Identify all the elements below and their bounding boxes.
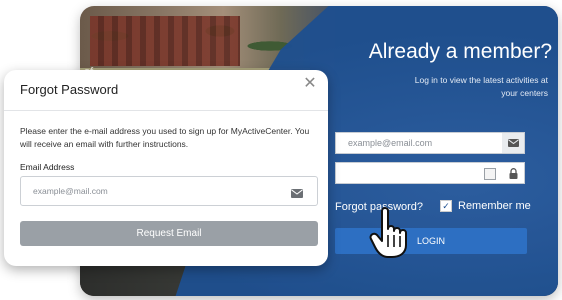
envelope-icon (291, 185, 303, 203)
remember-me[interactable]: ✓ Remember me (440, 200, 531, 212)
forgot-password-modal: Forgot Password ✕ Please enter the e-mai… (4, 70, 328, 266)
login-button[interactable]: LOGIN (335, 228, 527, 254)
email-field[interactable]: example@mail.com (20, 176, 318, 206)
login-email-placeholder: example@email.com (348, 138, 433, 148)
envelope-icon (502, 133, 524, 153)
lock-icon (502, 163, 524, 183)
modal-description: Please enter the e-mail address you used… (20, 126, 310, 149)
login-password-field[interactable] (335, 162, 525, 184)
login-button-label: LOGIN (416, 236, 445, 246)
email-placeholder: example@mail.com (33, 186, 108, 196)
broken-image-icon (484, 168, 496, 180)
request-email-label: Request Email (136, 228, 202, 239)
modal-divider (4, 110, 328, 111)
remember-me-label: Remember me (458, 200, 531, 212)
hand-pointer-cursor (369, 207, 407, 258)
email-address-label: Email Address (20, 162, 75, 172)
login-title: Already a member? (368, 40, 552, 63)
remember-me-checkbox[interactable]: ✓ (440, 200, 452, 212)
close-icon[interactable]: ✕ (302, 76, 318, 92)
request-email-button[interactable]: Request Email (20, 221, 318, 246)
login-email-field[interactable]: example@email.com (335, 132, 525, 154)
modal-title: Forgot Password (20, 82, 119, 97)
login-subtitle: Log in to view the latest activities at … (414, 75, 548, 98)
